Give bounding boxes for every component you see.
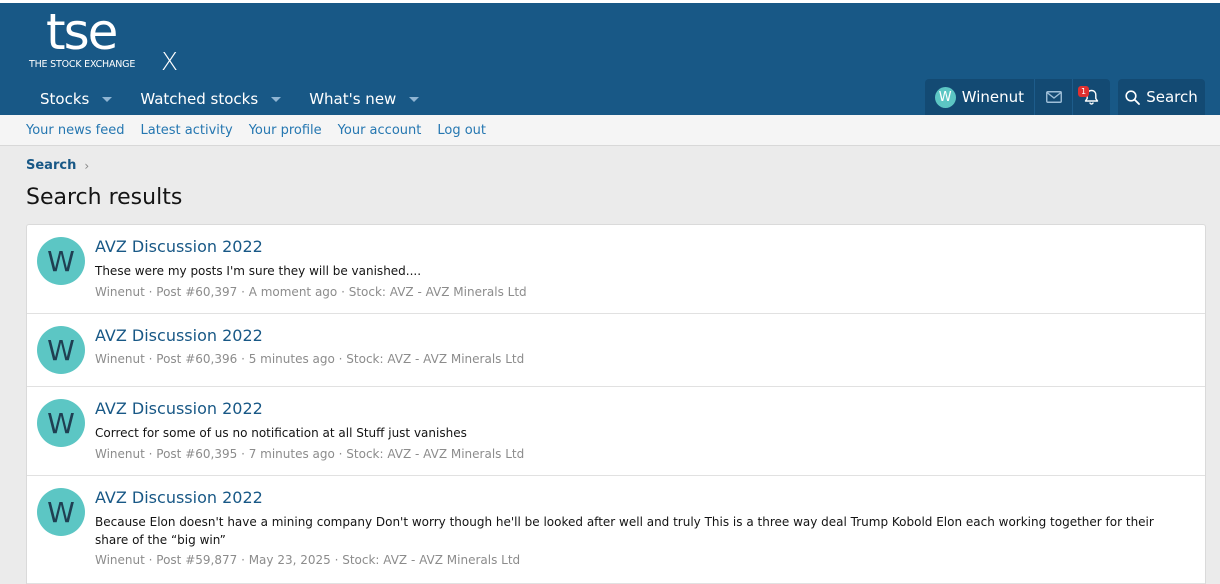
avatar[interactable]: W (37, 326, 85, 374)
site-logo[interactable]: tse THE STOCK EXCHANGE X (28, 5, 188, 76)
result-title-link[interactable]: AVZ Discussion 2022 (95, 399, 263, 418)
conversations-button[interactable] (1034, 79, 1072, 115)
result-meta: Winenut · Post #60,397 · A moment ago · … (95, 285, 527, 299)
result-title-link[interactable]: AVZ Discussion 2022 (95, 488, 263, 507)
chevron-right-icon: › (84, 158, 90, 173)
search-button-label: Search (1146, 88, 1198, 106)
result-snippet: Because Elon doesn't have a mining compa… (95, 515, 1154, 547)
logo-x-mark: X (161, 47, 179, 76)
username: Winenut (961, 88, 1024, 106)
nav-tab-watched-stocks[interactable]: Watched stocks (126, 83, 295, 115)
list-item: W AVZ Discussion 2022 Winenut · Post #60… (27, 314, 1205, 387)
result-snippet: Correct for some of us no notification a… (95, 426, 467, 440)
main-nav: Stocks Watched stocks What's new (26, 83, 433, 115)
chevron-down-icon[interactable] (271, 96, 282, 102)
search-button[interactable]: Search (1118, 79, 1205, 115)
result-meta: Winenut · Post #59,877 · May 23, 2025 · … (95, 553, 521, 567)
page-title: Search results (26, 185, 183, 210)
list-item: W AVZ Discussion 2022 These were my post… (27, 225, 1205, 314)
chevron-down-icon[interactable] (102, 96, 113, 102)
chevron-down-icon[interactable] (409, 96, 420, 102)
subnav-link-latest-activity[interactable]: Latest activity (132, 123, 240, 138)
avatar[interactable]: W (37, 488, 85, 536)
envelope-icon (1045, 91, 1062, 103)
list-item: W AVZ Discussion 2022 Because Elon doesn… (27, 476, 1205, 584)
result-meta: Winenut · Post #60,396 · 5 minutes ago ·… (95, 352, 525, 366)
alerts-button[interactable]: 1 (1072, 79, 1110, 115)
subnav-link-news-feed[interactable]: Your news feed (18, 123, 132, 138)
avatar[interactable]: W (37, 237, 85, 285)
search-icon (1125, 89, 1141, 105)
user-bar: W Winenut 1 (924, 79, 1110, 115)
subnav-link-log-out[interactable]: Log out (429, 123, 494, 138)
nav-tab-label: What's new (309, 90, 397, 108)
result-meta: Winenut · Post #60,395 · 7 minutes ago ·… (95, 447, 525, 461)
list-item: W AVZ Discussion 2022 Correct for some o… (27, 387, 1205, 476)
alerts-badge: 1 (1078, 86, 1089, 97)
subnav-link-your-profile[interactable]: Your profile (241, 123, 330, 138)
search-results-list: W AVZ Discussion 2022 These were my post… (26, 224, 1206, 584)
nav-tab-stocks[interactable]: Stocks (26, 83, 126, 115)
result-title-link[interactable]: AVZ Discussion 2022 (95, 237, 263, 256)
avatar[interactable]: W (37, 399, 85, 447)
nav-tab-whats-new[interactable]: What's new (295, 83, 433, 115)
breadcrumb-link-search[interactable]: Search (26, 158, 76, 173)
logo-text: tse (46, 3, 118, 61)
subnav-link-your-account[interactable]: Your account (330, 123, 430, 138)
logo-subtitle: THE STOCK EXCHANGE (29, 59, 136, 70)
avatar: W (934, 86, 956, 108)
nav-tab-label: Stocks (40, 90, 90, 108)
nav-tab-label: Watched stocks (140, 90, 259, 108)
site-header: tse THE STOCK EXCHANGE X Stocks Watched … (0, 3, 1220, 115)
result-title-link[interactable]: AVZ Discussion 2022 (95, 326, 263, 345)
result-snippet: These were my posts I'm sure they will b… (95, 264, 422, 278)
account-menu-button[interactable]: W Winenut (924, 79, 1034, 115)
breadcrumb: Search › (26, 158, 89, 173)
sub-nav: Your news feed Latest activity Your prof… (0, 115, 1220, 146)
